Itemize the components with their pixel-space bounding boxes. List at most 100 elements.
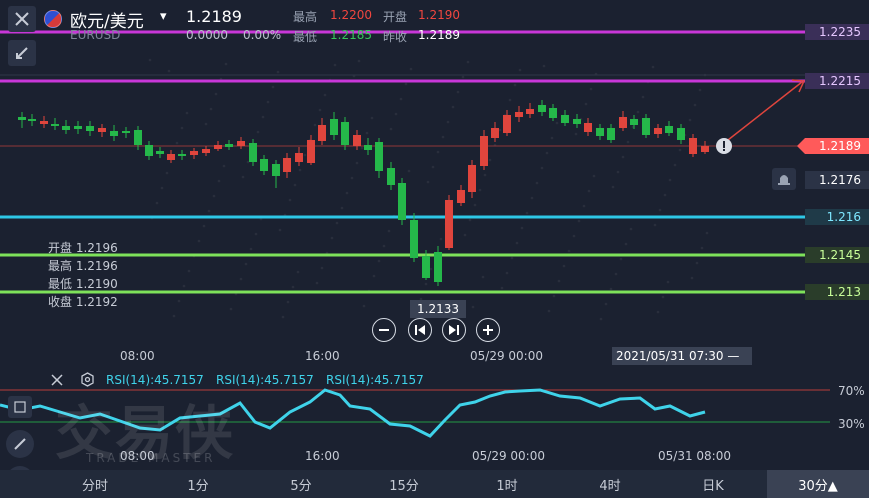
info-icon[interactable]: [716, 138, 732, 154]
rsi-label-1: RSI(14):45.7157: [106, 373, 204, 387]
candle-body: [422, 256, 430, 278]
indicator-panel-button[interactable]: [8, 396, 32, 418]
tab-15min[interactable]: 15分: [369, 470, 439, 498]
candle-body: [665, 126, 673, 133]
price-tag-1: 1.2235: [805, 24, 869, 40]
candle-body: [364, 145, 372, 150]
current-price-tag: 1.2189: [805, 138, 869, 154]
candle-body: [503, 115, 511, 133]
price-tag-2: 1.2215: [805, 73, 869, 89]
close-button[interactable]: [8, 6, 36, 32]
zoom-out-icon: [379, 329, 389, 331]
close-icon: [15, 12, 29, 26]
collapse-button[interactable]: [8, 40, 36, 66]
tab-5min[interactable]: 5分: [266, 470, 336, 498]
high-label: 最高: [293, 10, 318, 24]
candle-body: [318, 125, 326, 141]
time-label-rsi-3: 05/29 00:00: [472, 449, 545, 463]
candle-body: [40, 121, 48, 124]
candle-body: [110, 131, 118, 136]
candle-body: [18, 117, 26, 120]
candle-body: [515, 112, 523, 117]
candle-body: [74, 126, 82, 129]
low-label: 最低: [293, 30, 318, 44]
zoom-out-button[interactable]: [372, 318, 396, 342]
time-label-rsi-4: 05/31 08:00: [658, 449, 731, 463]
ohlc-close: 收盘 1.2192: [48, 295, 118, 309]
next-button[interactable]: [442, 318, 466, 342]
candle-body: [86, 126, 94, 131]
candle-body: [677, 128, 685, 140]
tab-1hour[interactable]: 1时: [472, 470, 542, 498]
candle-body: [353, 135, 361, 146]
price-tag-cyan: 1.216: [805, 209, 869, 225]
tab-1min[interactable]: 1分: [163, 470, 233, 498]
candle-body: [584, 123, 592, 132]
currency-flag: [44, 10, 62, 28]
candle-body: [295, 153, 303, 162]
price-tag-green-2: 1.213: [805, 284, 869, 300]
candle-body: [549, 108, 557, 118]
candle-body: [225, 144, 233, 147]
tab-30min[interactable]: 30分▲: [767, 470, 869, 498]
time-label-main-2: 16:00: [305, 349, 340, 363]
candle-body: [434, 252, 442, 282]
alert-button[interactable]: [772, 168, 796, 190]
candle-body: [701, 146, 709, 152]
prev-close-label: 昨收: [383, 30, 408, 44]
open-label: 开盘: [383, 10, 408, 24]
candle-body: [630, 119, 638, 125]
zoom-in-button[interactable]: [476, 318, 500, 342]
tab-daily[interactable]: 日K: [678, 470, 748, 498]
zoom-in-icon: [483, 325, 493, 335]
rsi-label-2: RSI(14):45.7157: [216, 373, 314, 387]
draw-tool-button[interactable]: [6, 430, 34, 458]
prev-close-value: 1.2189: [418, 28, 460, 42]
candle-body: [272, 164, 280, 176]
tab-timeshare[interactable]: 分时: [60, 470, 130, 498]
time-label-rsi-1: 08:00: [120, 449, 155, 463]
indicator-icon: [14, 401, 26, 413]
rsi-label-3: RSI(14):45.7157: [326, 373, 424, 387]
candle-body: [689, 138, 697, 154]
rsi-upper-level: 70%: [838, 384, 865, 398]
candle-body: [410, 220, 418, 258]
candle-body: [573, 119, 581, 124]
candle-body: [491, 128, 499, 138]
pair-code: EURUSD: [70, 28, 121, 42]
candle-body: [178, 154, 186, 156]
candle-body: [190, 151, 198, 155]
candle-body: [202, 149, 210, 153]
candle-body: [607, 128, 615, 140]
candle-body: [457, 190, 465, 203]
change-percent: 0.00%: [243, 28, 282, 42]
time-label-main-1: 08:00: [120, 349, 155, 363]
candle-body: [341, 122, 349, 145]
rsi-lower-level: 30%: [838, 417, 865, 431]
ohlc-low: 最低 1.2190: [48, 277, 118, 291]
candle-body: [398, 183, 406, 220]
change-value: 0.0000: [186, 28, 228, 42]
candle-body: [214, 145, 222, 149]
open-value: 1.2190: [418, 8, 460, 22]
candle-body: [642, 118, 650, 135]
ohlc-high: 最高 1.2196: [48, 259, 118, 273]
prev-button[interactable]: [408, 318, 432, 342]
candle-body: [480, 136, 488, 166]
tab-4hour[interactable]: 4时: [575, 470, 645, 498]
candle-body: [445, 200, 453, 248]
candle-body: [283, 158, 291, 172]
settings-icon: [81, 372, 94, 387]
candle-body: [596, 128, 604, 136]
crosshair-price-label: 1.2133: [410, 300, 466, 318]
candle-body: [51, 124, 59, 126]
bell-icon: [778, 175, 790, 185]
pair-dropdown-caret[interactable]: ▾: [160, 9, 167, 24]
ohlc-open: 开盘 1.2196: [48, 241, 118, 255]
price-tag-pointer: [797, 138, 805, 154]
crosshair-time-label: 2021/05/31 07:30 —: [612, 347, 752, 365]
candle-body: [134, 130, 142, 145]
prev-icon: [415, 325, 425, 335]
time-label-rsi-2: 16:00: [305, 449, 340, 463]
time-label-main-3: 05/29 00:00: [470, 349, 543, 363]
